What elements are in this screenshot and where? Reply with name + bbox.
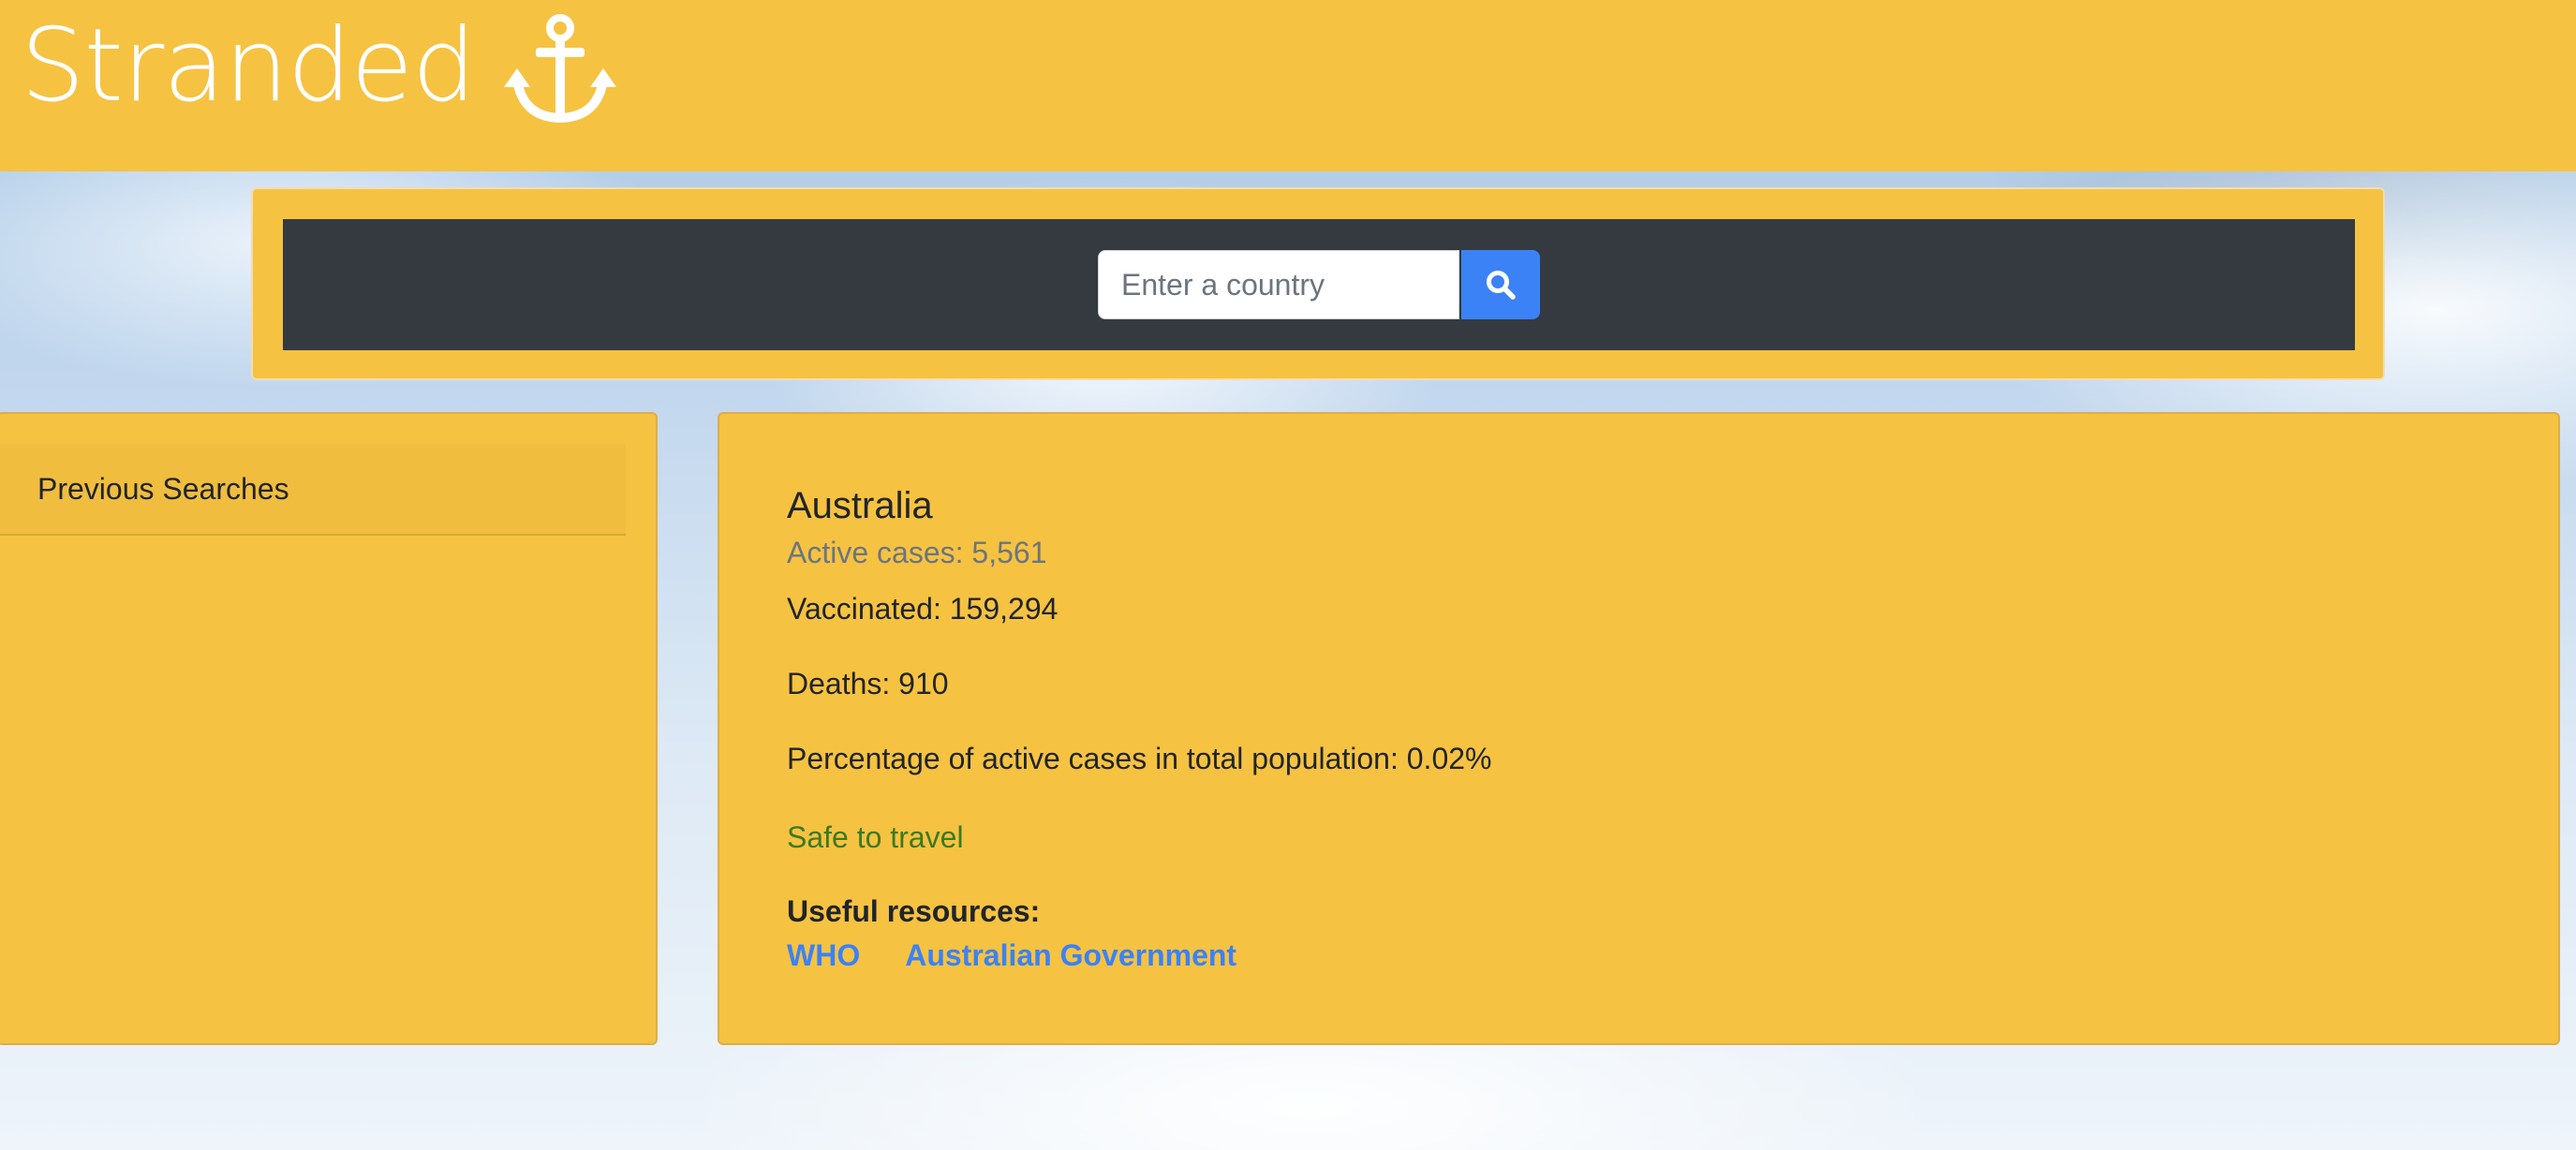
- active-cases-text: Active cases: 5,561: [787, 536, 1047, 569]
- country-search-input[interactable]: [1098, 250, 1459, 319]
- anchor-icon: [503, 14, 616, 124]
- travel-status: Safe to travel: [787, 820, 964, 854]
- country-info-card: Australia Active cases: 5,561 Vaccinated…: [718, 412, 2560, 1045]
- brand-title: Stranded: [21, 7, 476, 125]
- deaths-text: Deaths: 910: [787, 667, 949, 700]
- country-name: Australia: [787, 485, 933, 526]
- vaccinated-text: Vaccinated: 159,294: [787, 592, 1059, 626]
- search-button[interactable]: [1461, 250, 1540, 319]
- app-header: Stranded: [0, 0, 2576, 171]
- previous-searches-card: Previous Searches: [0, 412, 658, 1045]
- search-panel: [251, 187, 2385, 380]
- brand[interactable]: Stranded: [21, 6, 622, 127]
- search-bar: [283, 219, 2355, 350]
- resource-links: WHO Australian Government: [787, 938, 1236, 973]
- who-link[interactable]: WHO: [787, 938, 860, 973]
- australian-government-link[interactable]: Australian Government: [905, 938, 1236, 973]
- previous-searches-header: Previous Searches: [0, 444, 626, 536]
- percentage-text: Percentage of active cases in total popu…: [787, 742, 1492, 775]
- resources-label: Useful resources:: [787, 894, 1041, 928]
- search-icon: [1487, 271, 1516, 300]
